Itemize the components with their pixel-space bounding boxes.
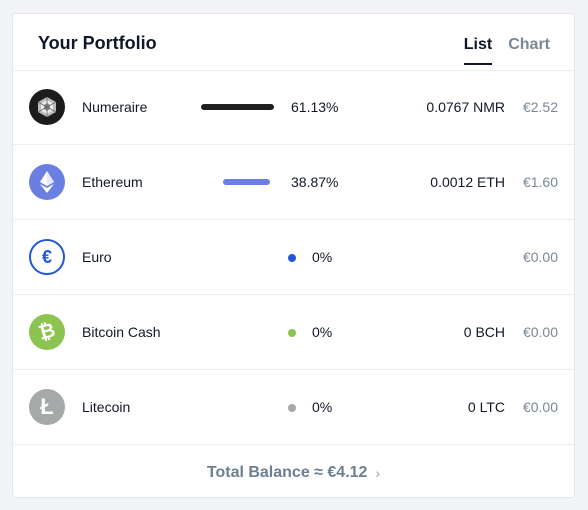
asset-row-ethereum[interactable]: Ethereum 38.87% 0.0012 ETH €1.60: [13, 145, 574, 220]
numeraire-icon: [29, 89, 65, 125]
asset-name: Bitcoin Cash: [82, 324, 161, 340]
ethereum-icon: [29, 164, 65, 200]
total-balance: Total Balance ≈ €4.12: [206, 463, 368, 481]
asset-row-numeraire[interactable]: Numeraire 61.13% 0.0767 NMR €2.52: [13, 70, 574, 145]
view-tabs: List Chart: [463, 36, 550, 65]
asset-name: Numeraire: [82, 99, 148, 115]
tab-list[interactable]: List: [463, 36, 493, 65]
total-balance-link[interactable]: Total Balance ≈ €4.12 ›: [13, 446, 574, 499]
asset-amount: 0 BCH: [463, 324, 505, 340]
portfolio-title: Your Portfolio: [38, 33, 157, 53]
allocation-percent: 0%: [312, 249, 333, 265]
tab-chart[interactable]: Chart: [508, 36, 550, 54]
litecoin-icon: Ł: [29, 389, 65, 425]
allocation-bar: [223, 179, 270, 185]
asset-value: €0.00: [522, 399, 558, 415]
allocation-percent: 61.13%: [291, 99, 339, 115]
allocation-bar: [201, 104, 274, 110]
allocation-dot: [288, 404, 296, 412]
bitcoin-cash-icon: ₿: [29, 314, 65, 350]
asset-row-bitcoin-cash[interactable]: ₿ Bitcoin Cash 0% 0 BCH €0.00: [13, 295, 574, 370]
asset-name: Euro: [82, 249, 112, 265]
asset-name: Litecoin: [82, 399, 131, 415]
portfolio-card: Your Portfolio List Chart Numeraire 61.1…: [12, 13, 575, 498]
asset-value: €0.00: [522, 249, 558, 265]
allocation-percent: 0%: [312, 324, 333, 340]
allocation-dot: [288, 254, 296, 262]
asset-amount: 0.0012 ETH: [430, 174, 505, 190]
allocation-percent: 0%: [312, 399, 333, 415]
asset-value: €0.00: [522, 324, 558, 340]
allocation-percent: 38.87%: [291, 174, 339, 190]
asset-list: Numeraire 61.13% 0.0767 NMR €2.52 Ethere…: [13, 70, 574, 445]
asset-name: Ethereum: [82, 174, 143, 190]
euro-icon: €: [29, 239, 65, 275]
asset-value: €1.60: [522, 174, 558, 190]
asset-amount: 0.0767 NMR: [426, 99, 505, 115]
chevron-right-icon: ›: [375, 464, 381, 481]
asset-row-euro[interactable]: € Euro 0% €0.00: [13, 220, 574, 295]
allocation-dot: [288, 329, 296, 337]
portfolio-header: Your Portfolio List Chart: [13, 14, 574, 71]
asset-value: €2.52: [522, 99, 558, 115]
asset-amount: 0 LTC: [467, 399, 505, 415]
asset-row-litecoin[interactable]: Ł Litecoin 0% 0 LTC €0.00: [13, 370, 574, 445]
